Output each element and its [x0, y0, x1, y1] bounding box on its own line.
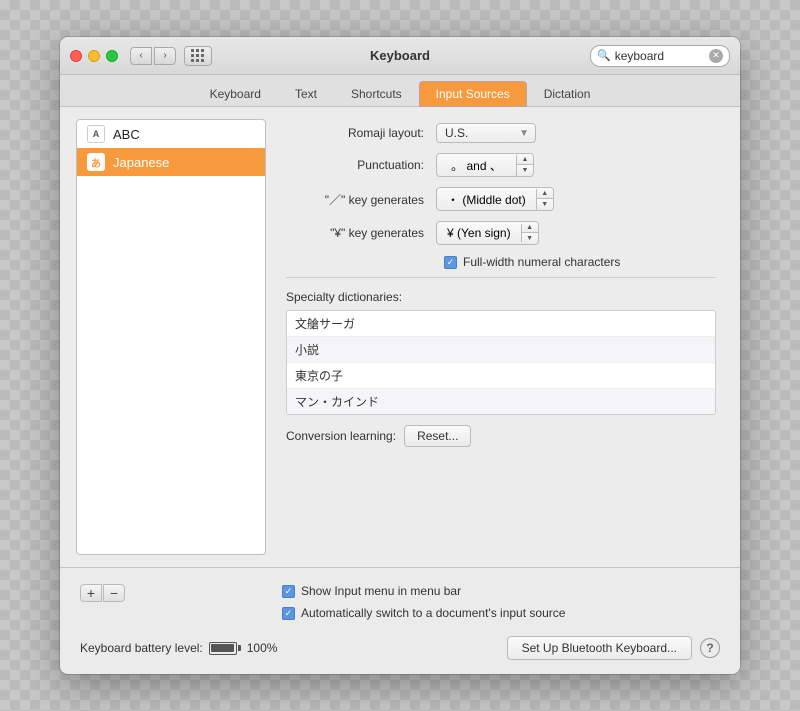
- reset-button[interactable]: Reset...: [404, 425, 471, 447]
- fullwidth-row: Full-width numeral characters: [444, 255, 716, 269]
- punctuation-stepper[interactable]: 。 and 、 ▲ ▼: [436, 153, 534, 177]
- slash-key-stepper[interactable]: ・ (Middle dot) ▲ ▼: [436, 187, 554, 211]
- bluetooth-button[interactable]: Set Up Bluetooth Keyboard...: [507, 636, 692, 660]
- search-input[interactable]: keyboard: [615, 49, 709, 63]
- separator: [286, 277, 716, 278]
- dict-item-3[interactable]: マン・カインド: [287, 389, 715, 414]
- battery-label: Keyboard battery level:: [80, 641, 203, 655]
- source-japanese-label: Japanese: [113, 155, 169, 170]
- yen-key-value: ¥ (Yen sign): [437, 224, 522, 242]
- show-input-menu-checkbox[interactable]: [282, 585, 295, 598]
- romaji-layout-arrow: ▼: [519, 128, 529, 139]
- specialty-dicts-label: Specialty dictionaries:: [286, 290, 716, 304]
- window-title: Keyboard: [370, 48, 430, 63]
- bottom-checkboxes: Show Input menu in menu bar Automaticall…: [270, 584, 720, 628]
- romaji-layout-label: Romaji layout:: [286, 126, 436, 140]
- yen-key-arrows: ▲ ▼: [522, 222, 538, 244]
- auto-switch-label: Automatically switch to a document's inp…: [301, 606, 565, 620]
- app-grid-button[interactable]: [184, 46, 212, 66]
- maximize-button[interactable]: [106, 50, 118, 62]
- slash-key-arrows: ▲ ▼: [537, 188, 553, 210]
- abc-icon: A: [87, 125, 105, 143]
- battery-area: Keyboard battery level: 100%: [80, 641, 277, 655]
- conversion-row: Conversion learning: Reset...: [286, 425, 716, 447]
- tab-input-sources[interactable]: Input Sources: [419, 81, 527, 107]
- bottom-bar: + − Show Input menu in menu bar Automati…: [60, 567, 740, 674]
- punctuation-control: 。 and 、 ▲ ▼: [436, 153, 534, 177]
- punctuation-down[interactable]: ▼: [517, 165, 533, 176]
- search-clear-button[interactable]: ✕: [709, 49, 723, 63]
- grid-icon: [191, 49, 205, 63]
- yen-key-row: "¥" key generates ¥ (Yen sign) ▲ ▼: [286, 221, 716, 245]
- back-button[interactable]: ‹: [130, 47, 152, 65]
- footer-row: Keyboard battery level: 100% Set Up Blue…: [76, 628, 724, 664]
- minimize-button[interactable]: [88, 50, 100, 62]
- tab-shortcuts[interactable]: Shortcuts: [334, 81, 419, 107]
- auto-switch-checkbox[interactable]: [282, 607, 295, 620]
- settings-panel: Romaji layout: U.S. ▼ Punctuation: 。 and…: [278, 119, 724, 555]
- search-icon: 🔍: [597, 49, 611, 62]
- tab-bar: Keyboard Text Shortcuts Input Sources Di…: [60, 75, 740, 107]
- slash-key-control: ・ (Middle dot) ▲ ▼: [436, 187, 554, 211]
- show-input-menu-row: Show Input menu in menu bar: [282, 584, 720, 598]
- source-item-abc[interactable]: A ABC: [77, 120, 265, 148]
- punctuation-label: Punctuation:: [286, 158, 436, 172]
- tab-keyboard[interactable]: Keyboard: [193, 81, 278, 107]
- show-input-menu-label: Show Input menu in menu bar: [301, 584, 461, 598]
- yen-key-down[interactable]: ▼: [522, 233, 538, 244]
- yen-key-control: ¥ (Yen sign) ▲ ▼: [436, 221, 539, 245]
- yen-key-stepper[interactable]: ¥ (Yen sign) ▲ ▼: [436, 221, 539, 245]
- punctuation-value: 。 and 、: [437, 155, 517, 176]
- romaji-layout-value: U.S.: [445, 126, 468, 140]
- battery-body: [209, 642, 237, 655]
- nav-buttons: ‹ ›: [130, 47, 176, 65]
- slash-key-value: ・ (Middle dot): [437, 189, 537, 210]
- dictionary-list: 文艙サーガ 小説 東京の子 マン・カインド: [286, 310, 716, 415]
- battery-icon: [209, 642, 241, 655]
- sources-panel: A ABC あ Japanese: [76, 119, 266, 555]
- footer-buttons: Set Up Bluetooth Keyboard... ?: [507, 636, 720, 660]
- battery-fill: [211, 644, 234, 652]
- main-window: ‹ › Keyboard 🔍 keyboard ✕ Keyboard Text …: [60, 37, 740, 674]
- close-button[interactable]: [70, 50, 82, 62]
- slash-key-row: "／" key generates ・ (Middle dot) ▲ ▼: [286, 187, 716, 211]
- titlebar: ‹ › Keyboard 🔍 keyboard ✕: [60, 37, 740, 75]
- punctuation-arrows: ▲ ▼: [517, 154, 533, 176]
- yen-key-label: "¥" key generates: [286, 226, 436, 240]
- punctuation-row: Punctuation: 。 and 、 ▲ ▼: [286, 153, 716, 177]
- forward-button[interactable]: ›: [154, 47, 176, 65]
- dict-item-0[interactable]: 文艙サーガ: [287, 311, 715, 337]
- conversion-label: Conversion learning:: [286, 429, 396, 443]
- fullwidth-checkbox[interactable]: [444, 256, 457, 269]
- help-button[interactable]: ?: [700, 638, 720, 658]
- romaji-layout-control: U.S. ▼: [436, 123, 536, 143]
- tab-text[interactable]: Text: [278, 81, 334, 107]
- tab-dictation[interactable]: Dictation: [527, 81, 608, 107]
- jp-icon: あ: [87, 153, 105, 171]
- auto-switch-row: Automatically switch to a document's inp…: [282, 606, 720, 620]
- add-source-button[interactable]: +: [80, 584, 102, 602]
- source-abc-label: ABC: [113, 127, 140, 142]
- dict-item-1[interactable]: 小説: [287, 337, 715, 363]
- slash-key-down[interactable]: ▼: [537, 199, 553, 210]
- bottom-left: + −: [80, 584, 270, 608]
- slash-key-label: "／" key generates: [286, 191, 436, 208]
- fullwidth-label: Full-width numeral characters: [463, 255, 620, 269]
- traffic-lights: [70, 50, 118, 62]
- bottom-section: + − Show Input menu in menu bar Automati…: [76, 578, 724, 628]
- romaji-layout-row: Romaji layout: U.S. ▼: [286, 123, 716, 143]
- dict-item-2[interactable]: 東京の子: [287, 363, 715, 389]
- search-box[interactable]: 🔍 keyboard ✕: [590, 45, 730, 67]
- battery-value: 100%: [247, 641, 278, 655]
- battery-tip: [238, 645, 241, 651]
- add-remove-row: + −: [80, 584, 270, 602]
- main-content: A ABC あ Japanese Romaji layout: U.S. ▼: [60, 107, 740, 567]
- source-item-japanese[interactable]: あ Japanese: [77, 148, 265, 176]
- yen-key-up[interactable]: ▲: [522, 222, 538, 233]
- punctuation-up[interactable]: ▲: [517, 154, 533, 165]
- romaji-layout-select[interactable]: U.S. ▼: [436, 123, 536, 143]
- slash-key-up[interactable]: ▲: [537, 188, 553, 199]
- remove-source-button[interactable]: −: [103, 584, 125, 602]
